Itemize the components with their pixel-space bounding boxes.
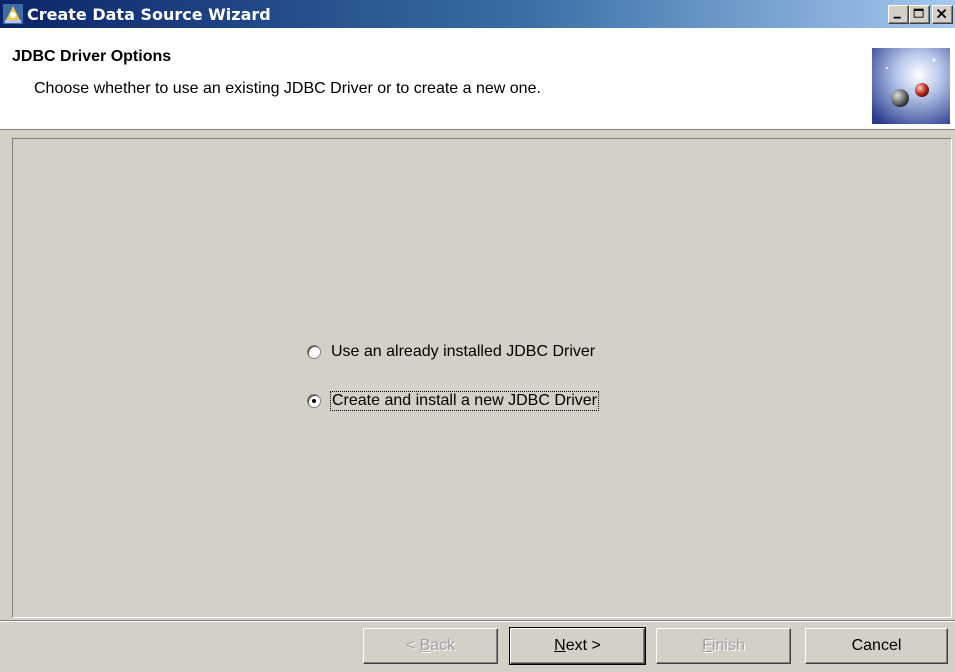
- option-use-installed-driver[interactable]: Use an already installed JDBC Driver: [307, 343, 595, 361]
- minimize-button[interactable]: [888, 5, 909, 24]
- finish-button[interactable]: Finish: [656, 628, 791, 664]
- page-description: Choose whether to use an existing JDBC D…: [34, 80, 541, 97]
- page-title: JDBC Driver Options: [12, 48, 172, 65]
- wizard-banner-graphic: [872, 48, 950, 124]
- back-button-label: < Back: [405, 637, 456, 654]
- radio-use-installed-driver[interactable]: [307, 345, 321, 359]
- radio-create-new-driver[interactable]: [307, 394, 321, 408]
- window-controls: [888, 5, 953, 24]
- java-app-icon: [3, 4, 23, 24]
- close-icon: [936, 8, 947, 19]
- wizard-header: JDBC Driver Options Choose whether to us…: [0, 28, 955, 130]
- close-button[interactable]: [932, 5, 953, 24]
- option-create-new-driver[interactable]: Create and install a new JDBC Driver: [307, 391, 599, 411]
- maximize-button[interactable]: [909, 5, 930, 24]
- next-button-label: Next >: [554, 637, 601, 654]
- footer-separator: [0, 620, 955, 622]
- cancel-button[interactable]: Cancel: [805, 628, 948, 664]
- next-button[interactable]: Next >: [509, 627, 646, 665]
- wizard-window: Create Data Source Wizard JDBC Driver Op…: [0, 0, 955, 672]
- back-button[interactable]: < Back: [363, 628, 498, 664]
- minimize-icon: [893, 16, 901, 19]
- maximize-icon: [913, 8, 924, 18]
- cancel-button-label: Cancel: [851, 637, 902, 654]
- title-bar[interactable]: Create Data Source Wizard: [0, 0, 955, 28]
- option-label: Create and install a new JDBC Driver: [330, 391, 599, 411]
- options-panel: Use an already installed JDBC Driver Cre…: [12, 138, 952, 618]
- window-title: Create Data Source Wizard: [27, 4, 271, 24]
- option-label: Use an already installed JDBC Driver: [331, 343, 596, 360]
- finish-button-label: Finish: [702, 637, 745, 654]
